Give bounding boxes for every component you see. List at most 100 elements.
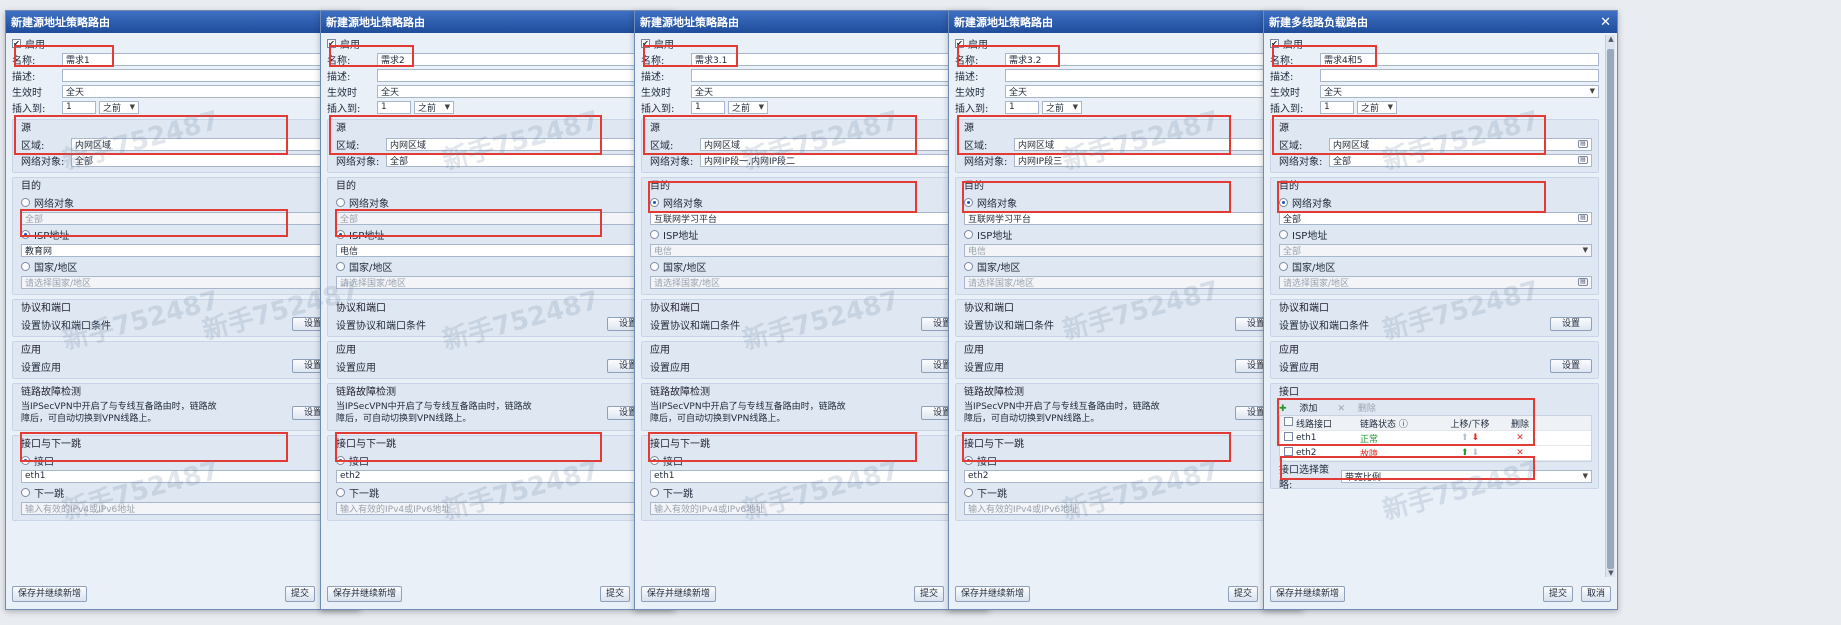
scroll-thumb[interactable] <box>1607 49 1614 569</box>
desc-input[interactable] <box>377 68 656 82</box>
name-input[interactable]: 需求2 <box>377 52 656 66</box>
nexthop-radio[interactable] <box>21 487 30 497</box>
name-input[interactable]: 需求3.1 <box>691 52 970 66</box>
isp-select[interactable]: 电信▼ <box>964 243 1277 257</box>
iface-radio[interactable] <box>650 455 659 465</box>
submit-button[interactable]: 提交 <box>913 586 944 602</box>
app-set-button[interactable]: 设置 <box>1550 359 1592 373</box>
iface-select[interactable]: eth1▼ <box>650 469 963 483</box>
desc-input[interactable] <box>691 68 970 82</box>
effective-select[interactable]: 全天▼ <box>377 84 656 98</box>
select-all-checkbox[interactable] <box>1284 417 1293 426</box>
iface-select[interactable]: eth2▼ <box>336 469 649 483</box>
picker-icon[interactable]: ▤ <box>1578 214 1588 222</box>
insert-input[interactable]: 1 <box>1320 100 1354 114</box>
submit-button[interactable]: 提交 <box>599 586 630 602</box>
move-down-icon[interactable]: ⬇ <box>1471 433 1479 443</box>
nexthop-input[interactable]: 输入有效的IPv4或IPv6地址ⓘ <box>650 501 963 515</box>
dest-country-radio[interactable] <box>964 261 973 271</box>
dest-netobj-radio[interactable] <box>336 197 345 207</box>
nexthop-radio[interactable] <box>336 487 345 497</box>
scroll-down-icon[interactable]: ▼ <box>1606 569 1616 577</box>
proto-set-button[interactable]: 设置 <box>1550 317 1592 331</box>
submit-button[interactable]: 提交 <box>284 586 315 602</box>
name-input[interactable]: 需求1 <box>62 52 341 66</box>
dest-isp-radio[interactable] <box>964 229 973 239</box>
effective-select[interactable]: 全天▼ <box>1005 84 1284 98</box>
dest-country-radio[interactable] <box>21 261 30 271</box>
dest-isp-radio[interactable] <box>21 229 30 239</box>
desc-input[interactable] <box>62 68 341 82</box>
country-input[interactable]: 请选择国家/地区▤ <box>650 275 963 289</box>
desc-input[interactable] <box>1005 68 1284 82</box>
delete-row-icon[interactable]: ✕ <box>1500 448 1540 458</box>
close-icon[interactable]: ✕ <box>1600 16 1611 29</box>
row-checkbox[interactable] <box>1284 432 1293 441</box>
insert-position-select[interactable]: 之前 ▼ <box>1357 100 1397 114</box>
insert-position-select[interactable]: 之前 ▼ <box>99 100 139 114</box>
enable-checkbox[interactable]: ✔ <box>12 38 21 48</box>
insert-position-select[interactable]: 之前 ▼ <box>728 100 768 114</box>
picker-icon[interactable]: ▤ <box>1578 278 1588 286</box>
cancel-button[interactable]: 取消 <box>1580 586 1611 602</box>
iface-radio[interactable] <box>336 455 345 465</box>
enable-checkbox[interactable]: ✔ <box>641 38 650 48</box>
dest-netobj-radio[interactable] <box>21 197 30 207</box>
effective-select[interactable]: 全天▼ <box>691 84 970 98</box>
zone-input[interactable]: 内网区域▤ <box>1329 137 1592 151</box>
zone-input[interactable]: 内网区域▤ <box>700 137 963 151</box>
delete-row-icon[interactable]: ✕ <box>1500 433 1540 443</box>
insert-input[interactable]: 1 <box>691 100 725 114</box>
iface-select[interactable]: eth2▼ <box>964 469 1277 483</box>
scrollbar[interactable]: ▲▼ <box>1605 35 1615 577</box>
dest-isp-radio[interactable] <box>1279 229 1288 239</box>
zone-input[interactable]: 内网区域▤ <box>1014 137 1277 151</box>
dest-netobj-radio[interactable] <box>650 197 659 207</box>
dest-country-radio[interactable] <box>1279 261 1288 271</box>
desc-input[interactable] <box>1320 68 1599 82</box>
row-checkbox[interactable] <box>1284 447 1293 456</box>
effective-select[interactable]: 全天▼ <box>1320 84 1599 98</box>
isp-select[interactable]: 电信▼ <box>650 243 963 257</box>
iface-radio[interactable] <box>964 455 973 465</box>
source-netobj-input[interactable]: 内网IP段三▤ <box>1014 153 1277 167</box>
source-netobj-input[interactable]: 全部▤ <box>1329 153 1592 167</box>
insert-position-select[interactable]: 之前 ▼ <box>1042 100 1082 114</box>
dest-netobj-input[interactable]: 互联网学习平台▤ <box>964 211 1277 225</box>
country-input[interactable]: 请选择国家/地区▤ <box>21 275 334 289</box>
picker-icon[interactable]: ▤ <box>1578 140 1588 148</box>
dest-netobj-input[interactable]: 互联网学习平台▤ <box>650 211 963 225</box>
country-input[interactable]: 请选择国家/地区▤ <box>336 275 649 289</box>
dest-netobj-radio[interactable] <box>1279 197 1288 207</box>
iface-select[interactable]: eth1▼ <box>21 469 334 483</box>
move-up-icon[interactable]: ⬆ <box>1461 433 1469 443</box>
name-input[interactable]: 需求4和5 <box>1320 52 1599 66</box>
name-input[interactable]: 需求3.2 <box>1005 52 1284 66</box>
enable-checkbox[interactable]: ✔ <box>955 38 964 48</box>
submit-button[interactable]: 提交 <box>1227 586 1258 602</box>
dest-country-radio[interactable] <box>650 261 659 271</box>
iface-radio[interactable] <box>21 455 30 465</box>
dest-netobj-radio[interactable] <box>964 197 973 207</box>
nexthop-input[interactable]: 输入有效的IPv4或IPv6地址ⓘ <box>336 501 649 515</box>
enable-checkbox[interactable]: ✔ <box>327 38 336 48</box>
dest-netobj-input[interactable]: 全部▤ <box>1279 211 1592 225</box>
isp-select[interactable]: 教育网▼ <box>21 243 334 257</box>
move-up-icon[interactable]: ⬆ <box>1461 448 1469 458</box>
enable-checkbox[interactable]: ✔ <box>1270 38 1279 48</box>
effective-select[interactable]: 全天▼ <box>62 84 341 98</box>
save-continue-button[interactable]: 保存并继续新增 <box>12 586 88 602</box>
nexthop-input[interactable]: 输入有效的IPv4或IPv6地址ⓘ <box>21 501 334 515</box>
scroll-up-icon[interactable]: ▲ <box>1606 35 1616 43</box>
save-continue-button[interactable]: 保存并继续新增 <box>327 586 403 602</box>
dest-isp-radio[interactable] <box>650 229 659 239</box>
country-input[interactable]: 请选择国家/地区▤ <box>964 275 1277 289</box>
dest-country-radio[interactable] <box>336 261 345 271</box>
strategy-select[interactable]: 带宽比例 ▼ <box>1341 469 1592 483</box>
insert-input[interactable]: 1 <box>1005 100 1039 114</box>
delete-button[interactable]: ✕ 删除 <box>1337 401 1385 414</box>
dest-netobj-input[interactable]: 全部▤ <box>336 211 649 225</box>
picker-icon[interactable]: ▤ <box>1578 156 1588 164</box>
dest-isp-radio[interactable] <box>336 229 345 239</box>
insert-input[interactable]: 1 <box>62 100 96 114</box>
